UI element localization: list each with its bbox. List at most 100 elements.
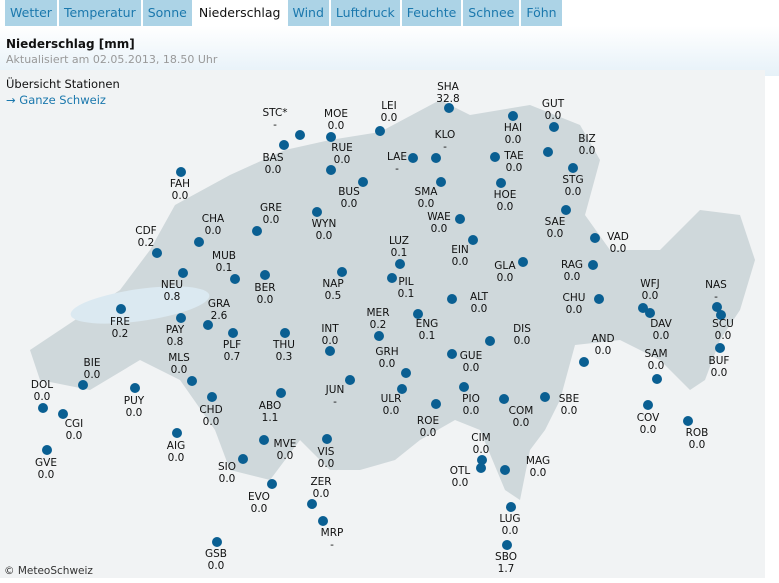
station-marker-com[interactable] bbox=[499, 394, 509, 404]
station-marker-abo[interactable] bbox=[276, 388, 286, 398]
station-value: 0.0 bbox=[321, 335, 339, 347]
station-marker-aig[interactable] bbox=[172, 428, 182, 438]
station-value: 0.0 bbox=[504, 134, 522, 146]
station-marker-gue[interactable] bbox=[447, 349, 457, 359]
tab-wetter[interactable]: Wetter bbox=[5, 0, 57, 26]
station-label-gut: GUT 0.0 bbox=[542, 98, 564, 122]
station-marker-lug[interactable] bbox=[506, 502, 516, 512]
station-marker-hai[interactable] bbox=[508, 111, 518, 121]
station-marker-cha[interactable] bbox=[194, 237, 204, 247]
station-marker-alt[interactable] bbox=[447, 294, 457, 304]
station-label-tae: TAE 0.0 bbox=[504, 150, 523, 174]
station-marker-gre[interactable] bbox=[252, 226, 262, 236]
station-marker-gsb[interactable] bbox=[212, 537, 222, 547]
station-marker-neu[interactable] bbox=[178, 268, 188, 278]
station-marker-chd[interactable] bbox=[207, 392, 217, 402]
station-marker-chu[interactable] bbox=[594, 294, 604, 304]
station-marker-stg[interactable] bbox=[568, 163, 578, 173]
station-marker-vad[interactable] bbox=[590, 233, 600, 243]
station-marker-rob[interactable] bbox=[683, 416, 693, 426]
station-marker-klo[interactable] bbox=[431, 153, 441, 163]
station-marker-wyn[interactable] bbox=[312, 207, 322, 217]
station-marker-jun[interactable] bbox=[345, 375, 355, 385]
station-marker-evo[interactable] bbox=[267, 479, 277, 489]
station-label-thu: THU 0.3 bbox=[273, 339, 295, 363]
station-marker-moe[interactable] bbox=[326, 132, 336, 142]
station-marker-biz[interactable] bbox=[543, 147, 553, 157]
station-code: WAE bbox=[427, 211, 451, 223]
station-marker-fre[interactable] bbox=[116, 304, 126, 314]
station-marker-wae[interactable] bbox=[455, 214, 465, 224]
station-marker-sam[interactable] bbox=[652, 374, 662, 384]
station-code: WFJ bbox=[640, 278, 660, 290]
station-marker-ber[interactable] bbox=[260, 270, 270, 280]
station-code: MAG bbox=[525, 455, 551, 467]
station-marker-hoe[interactable] bbox=[496, 178, 506, 188]
station-value: 0.0 bbox=[513, 335, 531, 347]
station-marker-gve[interactable] bbox=[42, 445, 52, 455]
station-marker-lae[interactable] bbox=[408, 153, 418, 163]
station-marker-cov[interactable] bbox=[643, 400, 653, 410]
station-code: CHA bbox=[201, 213, 225, 225]
station-marker-mve[interactable] bbox=[259, 435, 269, 445]
tab-schnee[interactable]: Schnee bbox=[463, 0, 520, 26]
station-code: ZER bbox=[310, 476, 332, 488]
station-marker-buf[interactable] bbox=[715, 343, 725, 353]
station-marker-thu[interactable] bbox=[280, 328, 290, 338]
station-marker-lei[interactable] bbox=[375, 126, 385, 136]
station-code: NAP bbox=[322, 278, 344, 290]
tab-feuchte[interactable]: Feuchte bbox=[401, 0, 462, 26]
station-marker-sae[interactable] bbox=[561, 205, 571, 215]
station-marker-zer[interactable] bbox=[307, 499, 317, 509]
station-marker-pay[interactable] bbox=[176, 313, 186, 323]
station-marker-mrp[interactable] bbox=[318, 516, 328, 526]
station-marker-luz[interactable] bbox=[395, 259, 405, 269]
station-marker-grh[interactable] bbox=[401, 368, 411, 378]
station-marker-rag[interactable] bbox=[588, 260, 598, 270]
station-marker-roe[interactable] bbox=[431, 399, 441, 409]
tab-sonne[interactable]: Sonne bbox=[142, 0, 192, 26]
station-value: 0.8 bbox=[166, 336, 184, 348]
station-marker-ein[interactable] bbox=[468, 235, 478, 245]
station-marker-otl[interactable] bbox=[476, 463, 486, 473]
station-marker-and[interactable] bbox=[579, 357, 589, 367]
station-label-gre: GRE 0.0 bbox=[260, 202, 282, 226]
station-marker-fah[interactable] bbox=[176, 167, 186, 177]
station-marker-cdf[interactable] bbox=[152, 248, 162, 258]
station-marker-puy[interactable] bbox=[130, 383, 140, 393]
station-marker-mub[interactable] bbox=[230, 274, 240, 284]
station-marker-nap[interactable] bbox=[337, 267, 347, 277]
station-marker-sio[interactable] bbox=[238, 454, 248, 464]
tab-temperatur[interactable]: Temperatur bbox=[58, 0, 141, 26]
station-marker-bie[interactable] bbox=[78, 380, 88, 390]
station-marker-plf[interactable] bbox=[228, 328, 238, 338]
station-marker-gla[interactable] bbox=[518, 257, 528, 267]
station-code: ENG bbox=[415, 318, 439, 330]
station-marker-gut[interactable] bbox=[549, 122, 559, 132]
station-marker-mag[interactable] bbox=[500, 465, 510, 475]
station-marker-pil[interactable] bbox=[387, 273, 397, 283]
station-label-bie: BIE 0.0 bbox=[84, 357, 101, 381]
station-label-jun: JUN - bbox=[326, 384, 345, 408]
station-marker-dis[interactable] bbox=[485, 336, 495, 346]
station-marker-stc[interactable] bbox=[295, 130, 305, 140]
tab-luftdruck[interactable]: Luftdruck bbox=[330, 0, 400, 26]
tab-föhn[interactable]: Föhn bbox=[521, 0, 562, 26]
station-marker-mls[interactable] bbox=[187, 376, 197, 386]
station-marker-dav[interactable] bbox=[645, 308, 655, 318]
station-marker-rue[interactable] bbox=[326, 165, 336, 175]
station-marker-pio[interactable] bbox=[459, 382, 469, 392]
station-marker-tae[interactable] bbox=[490, 152, 500, 162]
station-marker-dol[interactable] bbox=[38, 403, 48, 413]
station-marker-sbo[interactable] bbox=[502, 540, 512, 550]
station-code: BAS bbox=[262, 152, 284, 164]
station-marker-vis[interactable] bbox=[322, 434, 332, 444]
station-marker-bas[interactable] bbox=[279, 140, 289, 150]
station-label-sma: SMA 0.0 bbox=[415, 186, 438, 210]
tab-wind[interactable]: Wind bbox=[287, 0, 329, 26]
station-marker-sbe[interactable] bbox=[540, 392, 550, 402]
station-marker-mer[interactable] bbox=[374, 331, 384, 341]
station-marker-int[interactable] bbox=[325, 346, 335, 356]
tab-niederschlag[interactable]: Niederschlag bbox=[193, 0, 286, 26]
all-switzerland-link[interactable]: → Ganze Schweiz bbox=[6, 93, 106, 107]
